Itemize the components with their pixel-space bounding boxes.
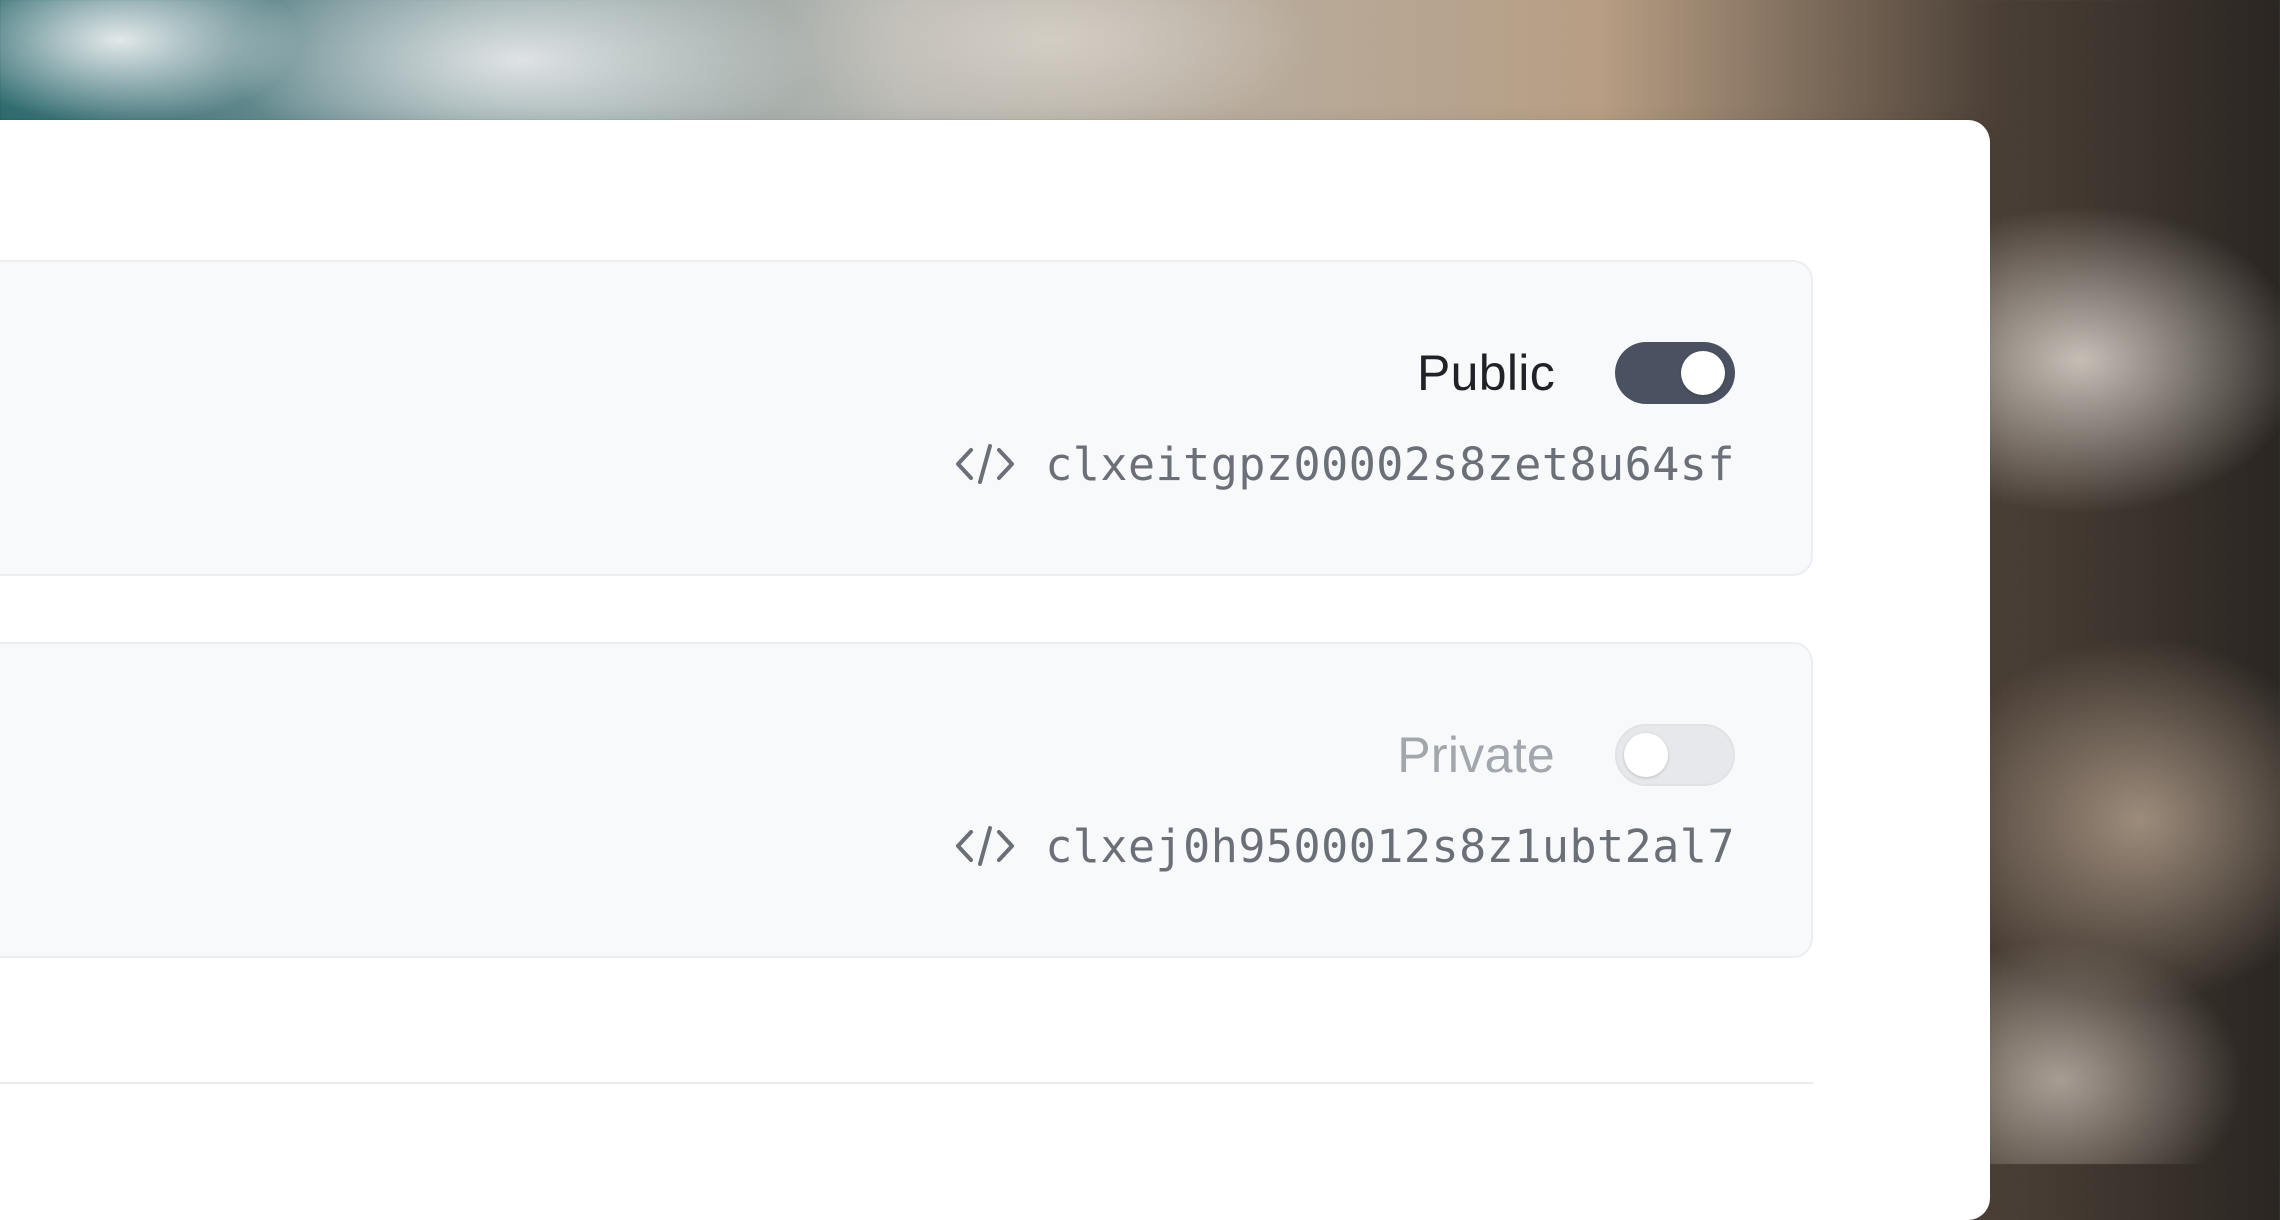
visibility-control: Private (1397, 724, 1735, 786)
form-id: clxej0h9500012s8z1ubt2al7 (1045, 819, 1735, 873)
form-id-line: clxej0h9500012s8z1ubt2al7 (955, 816, 1735, 876)
visibility-toggle[interactable] (1615, 724, 1735, 786)
visibility-label: Public (1417, 345, 1555, 401)
divider (0, 1082, 1813, 1084)
forms-panel: Public clxeitgpz00002s8zet8u64sf Private (0, 120, 1990, 1220)
form-id: clxeitgpz00002s8zet8u64sf (1045, 437, 1735, 491)
visibility-control: Public (1417, 342, 1735, 404)
toggle-knob (1624, 733, 1668, 777)
form-row: Public clxeitgpz00002s8zet8u64sf (0, 260, 1813, 576)
form-id-line: clxeitgpz00002s8zet8u64sf (955, 434, 1735, 494)
form-row: Private clxej0h9500012s8z1ubt2al7 (0, 642, 1813, 958)
toggle-knob (1681, 351, 1725, 395)
code-brackets-icon (956, 826, 1015, 866)
visibility-label: Private (1397, 727, 1555, 783)
code-brackets-icon (956, 444, 1015, 484)
visibility-toggle[interactable] (1615, 342, 1735, 404)
